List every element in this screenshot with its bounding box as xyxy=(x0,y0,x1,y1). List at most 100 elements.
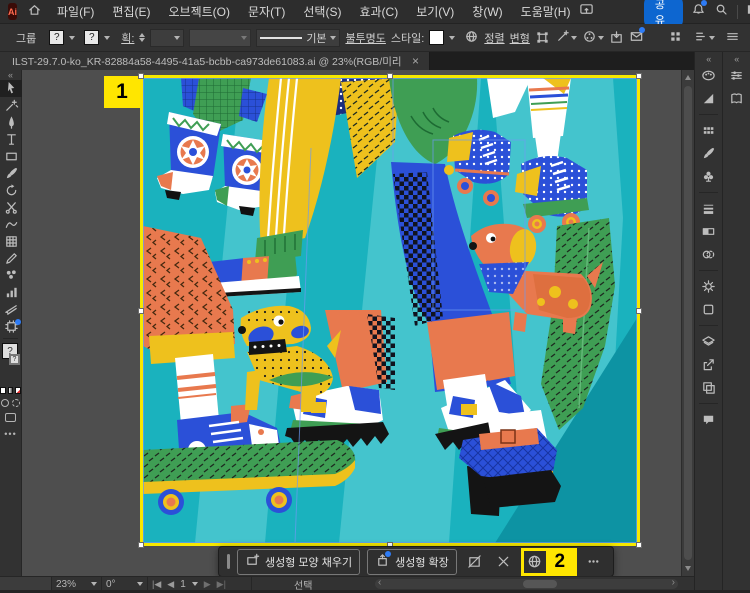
generative-expand-button[interactable]: 생성형 확장 xyxy=(367,549,457,575)
selection-handle[interactable] xyxy=(636,542,642,548)
dock-collapse-icon[interactable]: « xyxy=(0,70,21,80)
dock-collapse-icon[interactable]: « xyxy=(695,54,722,64)
export-icon[interactable] xyxy=(695,353,722,376)
gradient-icon[interactable] xyxy=(695,220,722,243)
transform-link[interactable]: 변형 xyxy=(510,30,530,46)
libraries-icon[interactable] xyxy=(723,87,750,110)
rectangle-tool[interactable] xyxy=(0,148,22,165)
selection-tool[interactable] xyxy=(0,80,22,97)
none-button[interactable] xyxy=(15,387,21,394)
share-screen-icon[interactable] xyxy=(579,2,594,22)
prev-artboard-icon[interactable]: ◀ xyxy=(167,579,174,590)
draw-behind-icon[interactable] xyxy=(12,399,20,407)
pencil-tool[interactable] xyxy=(0,250,22,267)
paintbrush-tool[interactable] xyxy=(0,165,22,182)
align-link[interactable]: 정렬 xyxy=(484,30,504,46)
appearance-icon[interactable] xyxy=(695,275,722,298)
fill-color-swatch[interactable]: ? xyxy=(49,30,64,45)
menu-item[interactable]: 선택(S) xyxy=(294,3,350,20)
horizontal-scrollbar[interactable]: ‹ › xyxy=(375,579,678,589)
menu-item[interactable]: 도움말(H) xyxy=(512,3,580,20)
task-bar-drag-handle[interactable] xyxy=(227,554,230,569)
color-button[interactable] xyxy=(0,387,6,394)
generative-shapefill-button[interactable]: 생성형 모양 채우기 xyxy=(237,549,360,575)
comments-icon[interactable] xyxy=(695,408,722,431)
workspace-switcher-icon[interactable] xyxy=(746,2,750,22)
scroll-right-icon[interactable]: › xyxy=(672,577,675,588)
transform-icon[interactable] xyxy=(493,551,515,573)
isolate-mode-icon[interactable] xyxy=(609,30,624,45)
artwork-illustration[interactable] xyxy=(143,78,637,543)
home-icon[interactable] xyxy=(27,2,42,22)
menu-item[interactable]: 창(W) xyxy=(463,3,511,20)
document-globe-icon[interactable] xyxy=(464,29,479,47)
recolor-artwork-icon[interactable] xyxy=(582,29,604,47)
notifications-bell-icon[interactable] xyxy=(691,2,706,22)
app-logo[interactable]: Ai xyxy=(8,3,17,20)
dock-collapse-icon[interactable]: « xyxy=(723,54,750,64)
slice-tool[interactable] xyxy=(0,301,22,318)
stroke-weight-link[interactable]: 획: xyxy=(121,30,134,46)
vertical-scroll-thumb[interactable] xyxy=(684,86,692,560)
menu-item[interactable]: 문자(T) xyxy=(239,3,294,20)
symbols-icon[interactable] xyxy=(695,165,722,188)
rotate-tool[interactable] xyxy=(0,182,22,199)
stroke-weight-select[interactable] xyxy=(150,29,184,47)
first-artboard-icon[interactable]: |◀ xyxy=(152,579,161,590)
crop-image-icon[interactable] xyxy=(464,551,486,573)
vertical-scrollbar[interactable] xyxy=(681,70,694,576)
next-artboard-icon[interactable]: ▶ xyxy=(204,579,211,590)
color-guide-icon[interactable] xyxy=(695,87,722,110)
menu-item[interactable]: 오브젝트(O) xyxy=(159,3,239,20)
brush-definition-select[interactable] xyxy=(189,29,251,47)
properties-icon[interactable] xyxy=(723,64,750,87)
swatches-icon[interactable] xyxy=(695,119,722,142)
search-icon[interactable] xyxy=(714,2,729,22)
stroke-proxy[interactable]: ? xyxy=(9,354,20,365)
layers-icon[interactable] xyxy=(695,330,722,353)
menu-item[interactable]: 파일(F) xyxy=(48,3,103,20)
scroll-left-icon[interactable]: ‹ xyxy=(378,577,381,588)
selection-handle[interactable] xyxy=(636,308,642,314)
column-graph-tool[interactable] xyxy=(0,284,22,301)
horizontal-scroll-thumb[interactable] xyxy=(523,580,557,588)
app-grid-icon[interactable] xyxy=(668,29,683,47)
scroll-up-icon[interactable] xyxy=(685,75,691,80)
type-tool[interactable] xyxy=(0,131,22,148)
last-artboard-icon[interactable]: ▶| xyxy=(217,579,226,590)
bounding-box-icon[interactable] xyxy=(535,30,550,45)
selection-handle[interactable] xyxy=(636,73,642,79)
perspective-grid-tool[interactable] xyxy=(0,233,22,250)
color-panel-icon[interactable] xyxy=(695,64,722,87)
stroke-style-select[interactable]: 기본 xyxy=(256,29,340,47)
rotation-select[interactable]: 0° xyxy=(102,577,148,591)
stroke-color-swatch[interactable]: ? xyxy=(84,30,99,45)
brushes-icon[interactable] xyxy=(695,142,722,165)
scissors-tool[interactable] xyxy=(0,199,22,216)
select-similar-icon[interactable] xyxy=(555,29,577,47)
selection-handle[interactable] xyxy=(387,73,393,79)
menu-item[interactable]: 효과(C) xyxy=(350,3,407,20)
envelope-icon[interactable] xyxy=(629,29,644,47)
style-swatch[interactable] xyxy=(429,30,444,45)
screen-mode-icon[interactable] xyxy=(5,413,16,422)
draw-normal-icon[interactable] xyxy=(1,399,9,407)
pen-tool[interactable] xyxy=(0,114,22,131)
scroll-down-icon[interactable] xyxy=(685,566,691,571)
artboard-select-icon[interactable] xyxy=(192,582,198,586)
menu-item[interactable]: 보기(V) xyxy=(407,3,463,20)
selection-handle[interactable] xyxy=(138,308,144,314)
toolbar-more-icon[interactable]: ••• xyxy=(0,429,21,439)
panel-menu-icon[interactable] xyxy=(725,29,740,47)
symbol-sprayer-tool[interactable] xyxy=(0,267,22,284)
direct-selection-tool[interactable] xyxy=(0,97,22,114)
workflow-icon[interactable] xyxy=(693,29,715,47)
shaper-tool[interactable] xyxy=(0,216,22,233)
menu-item[interactable]: 편집(E) xyxy=(103,3,159,20)
fill-stroke-widget[interactable]: ? ? xyxy=(0,343,21,385)
zoom-select[interactable]: 23% xyxy=(52,577,102,591)
graphic-styles-icon[interactable] xyxy=(695,298,722,321)
artboard-tool[interactable] xyxy=(0,318,22,335)
selection-handle[interactable] xyxy=(138,73,144,79)
artboards-icon[interactable] xyxy=(695,376,722,399)
